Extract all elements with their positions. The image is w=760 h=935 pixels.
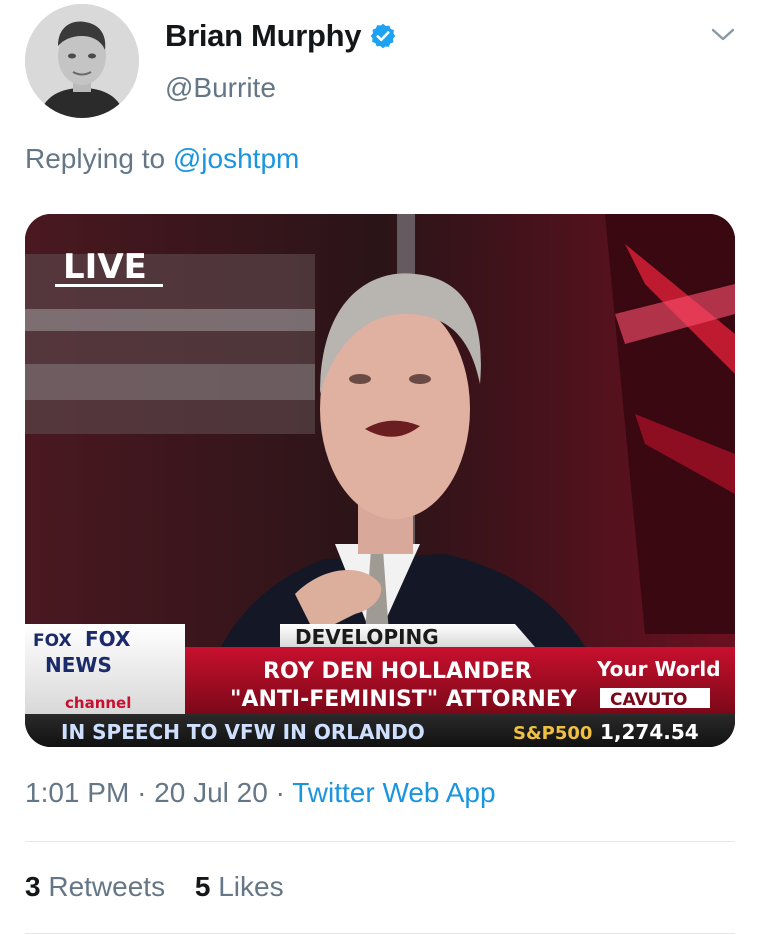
live-label: LIVE — [63, 247, 147, 287]
retweets-count: 3 — [25, 871, 41, 902]
avatar-photo — [25, 4, 139, 118]
retweets-stat[interactable]: 3 Retweets — [25, 871, 173, 902]
retweets-label: Retweets — [48, 871, 166, 902]
replying-to-label: Replying to — [25, 143, 166, 174]
chevron-down-icon[interactable] — [708, 22, 738, 46]
handle[interactable]: @Burrite — [165, 72, 397, 104]
tweet-time[interactable]: 1:01 PM — [25, 777, 129, 808]
meta-separator: · — [275, 777, 285, 808]
headline-tag: DEVELOPING — [295, 625, 439, 649]
reply-mention-link[interactable]: @joshtpm — [173, 143, 299, 174]
display-name[interactable]: Brian Murphy — [165, 18, 362, 54]
verified-badge-icon — [370, 23, 396, 49]
tweet-media-image[interactable]: LIVE FOX FOX NEWS channel DEVELOPING ROY… — [25, 214, 735, 747]
meta-separator: · — [137, 777, 147, 808]
author-block[interactable]: Brian Murphy @Burrite — [165, 14, 397, 104]
name-row: Brian Murphy — [165, 14, 397, 58]
chyron-title: "ANTI-FEMINIST" ATTORNEY — [230, 687, 578, 712]
ticker-text: IN SPEECH TO VFW IN ORLANDO — [61, 720, 425, 744]
ticker-index: S&P500 — [513, 723, 592, 744]
likes-stat[interactable]: 5 Likes — [195, 871, 284, 902]
tweet: Brian Murphy @Burrite Replying to @josht… — [0, 0, 760, 935]
likes-label: Likes — [218, 871, 284, 902]
tweet-meta: 1:01 PM · 20 Jul 20 · Twitter Web App — [25, 777, 496, 809]
divider — [25, 933, 735, 934]
show-name-line2: CAVUTO — [610, 690, 688, 710]
chyron-name: ROY DEN HOLLANDER — [263, 659, 532, 684]
fox-logo-main: FOX — [85, 627, 131, 651]
fox-logo-channel: channel — [65, 694, 131, 712]
replying-to: Replying to @joshtpm — [25, 143, 299, 175]
divider — [25, 841, 735, 842]
news-broadcast-image: LIVE FOX FOX NEWS channel DEVELOPING ROY… — [25, 214, 735, 747]
fox-logo-top: FOX — [33, 631, 72, 651]
tweet-stats: 3 Retweets 5 Likes — [25, 871, 306, 903]
fox-logo-news: NEWS — [45, 653, 112, 677]
tweet-date[interactable]: 20 Jul 20 — [154, 777, 268, 808]
tweet-source-link[interactable]: Twitter Web App — [292, 777, 495, 808]
likes-count: 5 — [194, 871, 211, 902]
avatar[interactable] — [25, 4, 139, 118]
show-name-line1: Your World — [596, 657, 721, 681]
ticker-value: 1,274.54 — [600, 720, 699, 744]
